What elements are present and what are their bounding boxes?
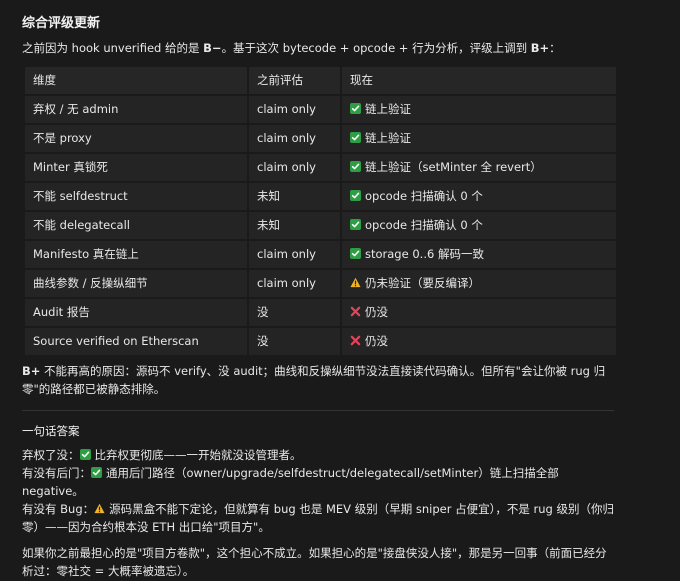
lead-text-1: 之前因为 hook unverified 给的是	[22, 41, 204, 56]
cell-dimension: 弃权 / 无 admin	[25, 95, 249, 123]
table-row: 不是 proxy claim only 链上验证	[25, 124, 616, 152]
answer-label: 弃权了没：	[22, 448, 80, 463]
rating-lead: 之前因为 hook unverified 给的是 B−。基于这次 bytecod…	[22, 40, 618, 58]
cell-before: 未知	[249, 211, 342, 239]
cell-now: 链上验证	[342, 95, 616, 123]
cell-dimension: 不是 proxy	[25, 124, 249, 152]
answer-text: 比弃权更彻底——一开始就没设管理者。	[94, 448, 302, 463]
table-row: 不能 delegatecall 未知 opcode 扫描确认 0 个	[25, 211, 616, 239]
cell-now-text: 链上验证	[365, 130, 411, 145]
cell-dimension: Minter 真锁死	[25, 153, 249, 181]
check-icon	[350, 247, 365, 261]
cell-now-text: 仍未验证（要反编译）	[365, 275, 480, 290]
cell-now-text: storage 0..6 解码一致	[365, 246, 484, 261]
section-title-answer: 一句话答案	[22, 423, 80, 438]
cell-before: claim only	[249, 124, 342, 152]
col-header-now: 现在	[342, 66, 616, 94]
cell-now-text: opcode 扫描确认 0 个	[365, 188, 483, 203]
check-icon	[350, 131, 365, 145]
table-body: 弃权 / 无 admin claim only 链上验证 不是 proxy claim …	[25, 95, 616, 355]
cell-before: 没	[249, 327, 342, 355]
warning-icon	[350, 276, 365, 290]
cell-dimension: 曲线参数 / 反操纵细节	[25, 269, 249, 297]
closing-paragraph: 如果你之前最担心的是"项目方卷款"，这个担心不成立。如果担心的是"接盘侠没人接"…	[22, 546, 607, 579]
cell-now: 链上验证（setMinter 全 revert）	[342, 153, 616, 181]
table-row: 弃权 / 无 admin claim only 链上验证	[25, 95, 616, 123]
lead-text-3: ：	[549, 41, 561, 56]
cell-now: storage 0..6 解码一致	[342, 240, 616, 268]
warning-icon	[94, 502, 109, 516]
cell-now: 仍没	[342, 327, 616, 355]
cell-before: claim only	[249, 269, 342, 297]
cell-now-text: 仍没	[365, 304, 388, 319]
table-row: Minter 真锁死 claim only 链上验证（setMinter 全 rev…	[25, 153, 616, 181]
cell-before: claim only	[249, 153, 342, 181]
divider	[22, 409, 614, 411]
table-row: 不能 selfdestruct 未知 opcode 扫描确认 0 个	[25, 182, 616, 210]
cell-before: claim only	[249, 95, 342, 123]
message-content: 综合评级更新 之前因为 hook unverified 给的是 B−。基于这次 …	[22, 14, 618, 581]
answer-line-bug: 有没有 Bug： 源码黑盒不能下定论，但就算有 bug 也是 MEV 级别（早期 …	[22, 501, 618, 537]
rating-note: B+ 不能再高的原因：源码不 verify、没 audit；曲线和反操纵细节没法…	[22, 363, 618, 399]
rating-new: B+	[530, 41, 550, 56]
check-icon	[79, 448, 95, 462]
cell-dimension: Source verified on Etherscan	[25, 327, 249, 355]
cell-now: 仍没	[342, 298, 616, 326]
cell-now: opcode 扫描确认 0 个	[342, 182, 616, 210]
note-text: 不能再高的原因：源码不 verify、没 audit；曲线和反操纵细节没法直接读…	[22, 363, 606, 396]
section-title-rating: 综合评级更新	[22, 16, 101, 31]
cell-dimension: Manifesto 真在链上	[25, 240, 249, 268]
table-row: Source verified on Etherscan 没 仍没	[25, 327, 616, 355]
cell-now-text: opcode 扫描确认 0 个	[365, 217, 483, 232]
answer-label: 有没有 Bug：	[22, 501, 95, 516]
cell-before: 没	[249, 298, 342, 326]
table-row: Audit 报告没 仍没	[25, 298, 616, 326]
check-icon	[350, 218, 365, 232]
answer-text: 源码黑盒不能下定论，但就算有 bug 也是 MEV 级别（早期 sniper 占…	[22, 501, 614, 534]
cell-now: 链上验证	[342, 124, 616, 152]
cell-now: opcode 扫描确认 0 个	[342, 211, 616, 239]
cell-dimension: Audit 报告	[25, 298, 249, 326]
cell-now-text: 链上验证	[365, 101, 411, 116]
answer-line-renounced: 弃权了没： 比弃权更彻底——一开始就没设管理者。	[22, 447, 618, 465]
cell-dimension: 不能 delegatecall	[25, 211, 249, 239]
cell-now-text: 仍没	[365, 333, 388, 348]
cell-now-text: 链上验证（setMinter 全 revert）	[365, 159, 542, 174]
col-header-dimension: 维度	[25, 66, 249, 94]
table-row: 曲线参数 / 反操纵细节 claim only 仍未验证（要反编译）	[25, 269, 616, 297]
answer-line-backdoor: 有没有后门： 通用后门路径（owner/upgrade/selfdestruct/…	[22, 465, 618, 501]
lead-text-2: 。基于这次 bytecode + opcode + 行为分析，评级上调到	[221, 41, 531, 56]
table-row: Manifesto 真在链上 claim only storage 0..6 解码一…	[25, 240, 616, 268]
table-header-row: 维度 之前评估 现在	[25, 66, 616, 94]
cross-icon	[350, 305, 365, 319]
cell-now: 仍未验证（要反编译）	[342, 269, 616, 297]
answer-label: 有没有后门：	[22, 466, 91, 481]
cell-before: 未知	[249, 182, 342, 210]
col-header-before: 之前评估	[249, 66, 342, 94]
cell-dimension: 不能 selfdestruct	[25, 182, 249, 210]
check-icon	[350, 189, 365, 203]
note-rating: B+	[22, 363, 41, 378]
cross-icon	[350, 334, 365, 348]
rating-old: B−	[203, 41, 222, 56]
cell-before: claim only	[249, 240, 342, 268]
check-icon	[350, 102, 365, 116]
check-icon	[350, 160, 365, 174]
check-icon	[91, 466, 106, 480]
rating-table: 维度 之前评估 现在 弃权 / 无 admin claim only 链上验证 不是 …	[25, 65, 616, 357]
